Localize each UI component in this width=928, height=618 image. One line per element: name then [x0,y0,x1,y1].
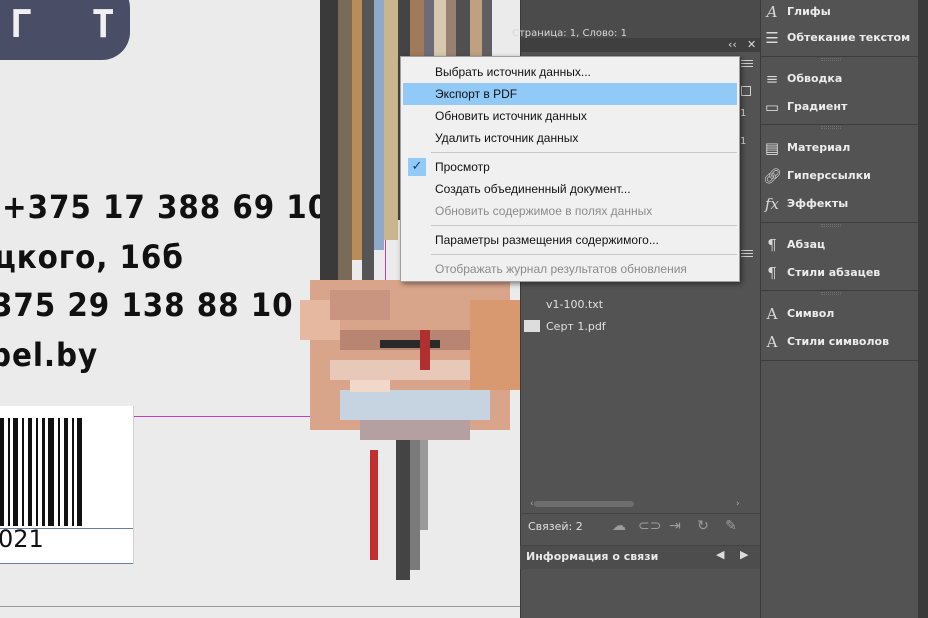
menu-item-label: Параметры размещения содержимого... [435,233,659,247]
dock-item-text-wrap[interactable]: ☰ Обтекание текстом [761,26,919,52]
paragraph-styles-icon: ¶ [767,264,777,282]
character-icon: A [766,305,778,323]
dock-item-character-styles[interactable]: A Стили символов [761,330,919,356]
dock-grip[interactable] [821,224,841,227]
stroke-icon: ≡ [765,70,779,88]
dock-separator [761,56,919,57]
swatches-icon: ▤ [764,139,780,157]
dock-separator [761,222,919,223]
dock-separator [761,124,919,125]
gradient-icon: ▭ [764,98,780,116]
link-file-name: v1-100.txt [546,298,604,311]
dock-scrollbar[interactable] [918,0,928,618]
dock-item-character[interactable]: A Символ [761,302,919,328]
links-count[interactable]: Связей: 2 [528,520,583,533]
relink-icon[interactable]: ⊂⊃ [638,518,661,536]
dock-item-glyphs[interactable]: A Глифы [761,0,919,26]
menu-item-update-fields: Обновить содержимое в полях данных [403,200,737,222]
page-word-status: Страница: 1, Слово: 1 [512,28,627,39]
menu-item-label: Экспорт в PDF [435,87,518,101]
menu-separator [431,225,737,226]
menu-item-label: Просмотр [435,160,490,174]
link-file-row-txt[interactable]: v1-100.txt [520,294,760,316]
menu-item-label: Выбрать источник данных... [435,65,591,79]
menu-item-show-update-log: Отображать журнал результатов обновления [403,258,737,280]
record-number-1: 1 [740,108,747,119]
panel-menu-icon[interactable] [740,58,754,70]
pdf-file-icon [524,320,540,332]
dock-item-paragraph[interactable]: ¶ Абзац [761,233,919,259]
links-horizontal-scrollbar[interactable]: ‹ › [530,499,744,509]
menu-item-create-merged[interactable]: Создать объединенный документ... [403,178,737,200]
dock-item-swatches[interactable]: ▤ Материал [761,136,919,162]
menu-item-select-source[interactable]: Выбрать источник данных... [403,61,737,83]
field-frame-icon[interactable] [741,86,751,96]
barcode-number: 021 [0,525,44,553]
close-panel-button[interactable]: ✕ [747,38,756,51]
link-file-name: Серт 1.pdf [546,320,606,333]
panel-dock: A Глифы ☰ Обтекание текстом ≡ Обводка ▭ Град… [760,0,919,618]
header-pill-text: Г Т [10,2,133,46]
menu-item-update-source[interactable]: Обновить источник данных [403,105,737,127]
menu-item-preview[interactable]: ✓ Просмотр [403,156,737,178]
menu-item-label: Обновить содержимое в полях данных [435,204,653,218]
menu-item-label: Создать объединенный документ... [435,182,631,196]
effects-icon: fx [764,195,779,213]
dock-separator [761,360,919,361]
glyphs-icon: A [766,3,778,21]
barcode-bars [0,418,82,526]
menu-separator [431,152,737,153]
next-link-button[interactable]: ▶ [740,548,748,561]
dock-item-effects[interactable]: fx Эффекты [761,192,919,218]
edit-original-icon[interactable]: ✎ [722,518,740,536]
character-styles-icon: A [766,333,778,351]
checkmark-icon: ✓ [408,158,426,176]
phone-line-2: 375 29 138 88 10 [0,286,294,324]
menu-item-remove-source[interactable]: Удалить источник данных [403,127,737,149]
paragraph-icon: ¶ [767,236,777,254]
link-info-label: Информация о связи [526,550,659,563]
dock-item-stroke[interactable]: ≡ Обводка [761,67,919,93]
cloud-icon[interactable]: ☁ [610,518,628,536]
hyperlinks-icon: 🔗︎ [763,167,783,185]
links-toolbar: Связей: 2 ☁ ⊂⊃ ⇥ ↻ ✎ [520,513,760,541]
phone-line-1: +375 17 388 69 10 [2,188,330,226]
menu-item-export-pdf[interactable]: Экспорт в PDF [403,83,737,105]
collapse-panel-button[interactable]: ‹‹ [728,38,737,51]
dock-item-gradient[interactable]: ▭ Градиент [761,95,919,121]
menu-item-placement-options[interactable]: Параметры размещения содержимого... [403,229,737,251]
goto-link-icon[interactable]: ⇥ [666,518,684,536]
address-line: цкого, 16б [0,238,184,276]
update-link-icon[interactable]: ↻ [694,518,712,536]
menu-item-label: Обновить источник данных [435,109,587,123]
text-wrap-icon: ☰ [765,29,779,47]
pasteboard-edge [0,606,520,607]
dock-item-paragraph-styles[interactable]: ¶ Стили абзацев [761,261,919,287]
dock-grip[interactable] [821,292,841,295]
barcode-divider [133,406,134,564]
panel-title-strip[interactable] [521,38,761,52]
links-menu-icon[interactable] [740,248,754,260]
link-file-row-pdf[interactable]: Серт 1.pdf [520,316,760,338]
dock-item-hyperlinks[interactable]: 🔗︎ Гиперссылки [761,164,919,190]
prev-link-button[interactable]: ◀ [716,548,724,561]
menu-item-label: Удалить источник данных [435,131,579,145]
dock-grip[interactable] [821,126,841,129]
data-merge-context-menu[interactable]: Выбрать источник данных... Экспорт в PDF… [400,56,740,282]
link-info-header[interactable]: Информация о связи ◀ ▶ [520,545,760,569]
menu-item-label: Отображать журнал результатов обновления [435,262,687,276]
website-line: bel.by [0,336,99,374]
dock-separator [761,290,919,291]
dock-grip[interactable] [821,58,841,61]
record-number-2: 1 [740,136,747,147]
scroll-right-arrow[interactable]: › [736,499,740,509]
scroll-thumb[interactable] [534,501,634,507]
menu-separator [431,254,737,255]
